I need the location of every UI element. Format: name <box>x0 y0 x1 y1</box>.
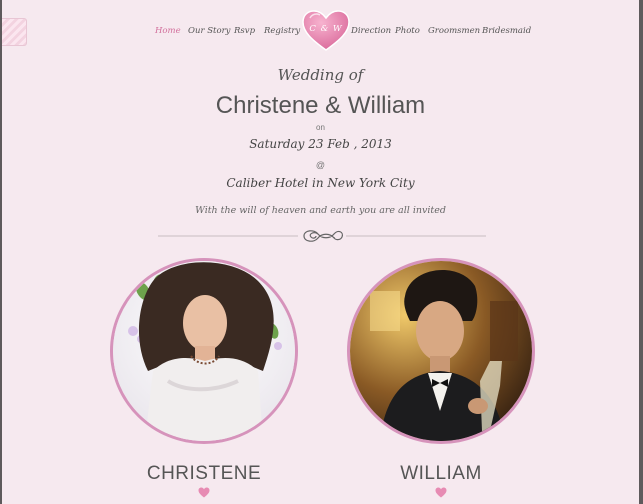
heart-logo[interactable]: C & W <box>302 10 350 52</box>
bride-name: CHRISTENE <box>146 463 262 484</box>
groom-heart-icon <box>435 487 447 498</box>
nav-photo[interactable]: Photo <box>395 26 420 36</box>
bride-photo <box>110 258 298 444</box>
wedding-date: Saturday 23 Feb , 2013 <box>249 137 392 151</box>
nav-our-story[interactable]: Our Story <box>188 26 230 36</box>
nav-rsvp[interactable]: Rsvp <box>234 26 255 36</box>
nav-direction[interactable]: Direction <box>351 26 391 36</box>
at-text: @ <box>315 160 326 170</box>
wedding-page: Home Our Story Rsvp Registry Direction P… <box>2 0 639 504</box>
groom-name: WILLIAM <box>400 463 482 484</box>
bride-portrait-image <box>113 261 295 441</box>
ornament-divider <box>158 230 486 242</box>
bride-heart-icon <box>198 487 210 498</box>
couple-title: Christene & William <box>215 92 426 119</box>
invitation-text: With the will of heaven and earth you ar… <box>195 205 446 216</box>
nav-groomsmen[interactable]: Groomsmen <box>428 26 480 36</box>
groom-photo <box>347 258 535 444</box>
on-text: on <box>316 123 325 132</box>
groom-portrait-image <box>350 261 532 441</box>
nav-home[interactable]: Home <box>155 26 181 36</box>
wedding-venue: Caliber Hotel in New York City <box>226 176 415 190</box>
wedding-heading: Wedding of <box>277 66 364 84</box>
nav-bridesmaid[interactable]: Bridesmaid <box>482 26 531 36</box>
nav-registry[interactable]: Registry <box>264 26 300 36</box>
logo-text: C & W <box>309 24 343 34</box>
